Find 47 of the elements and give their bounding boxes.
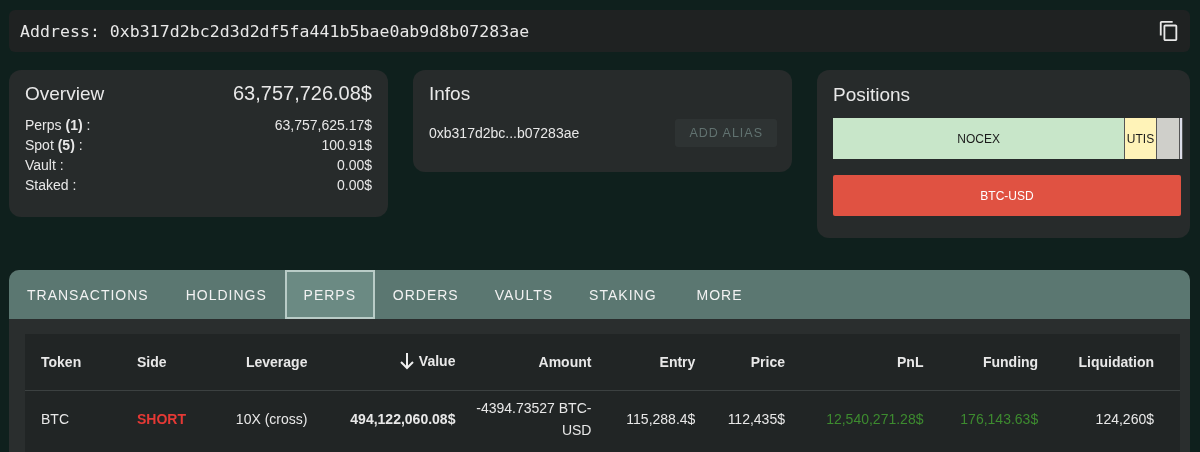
table-cell: BTC bbox=[25, 390, 129, 447]
card-title: Overview bbox=[25, 82, 105, 105]
address-text: Address: 0xb317d2bc2d3d2df5fa441b5bae0ab9d8b07283ae bbox=[20, 21, 530, 41]
total-value: 63,757,726.08$ bbox=[232, 82, 372, 105]
position-segment[interactable] bbox=[1179, 118, 1183, 159]
tab[interactable]: VAULTS bbox=[476, 270, 572, 319]
row-label: Spot (5) : bbox=[25, 136, 83, 155]
position-segment[interactable]: NOCEX bbox=[833, 118, 1126, 159]
short-address: 0xb317d2bc...b07283ae bbox=[429, 125, 580, 141]
row-value: 100.91$ bbox=[321, 136, 372, 155]
row-label: Staked : bbox=[25, 176, 77, 195]
tab[interactable]: MORE bbox=[674, 270, 765, 319]
column-header[interactable]: Liquidation bbox=[1046, 334, 1180, 391]
tab[interactable]: TRANSACTIONS bbox=[9, 270, 168, 319]
sort-down-icon bbox=[398, 351, 415, 370]
position-bar[interactable]: BTC-USD bbox=[833, 175, 1181, 216]
table-cell: 115,288.4$ bbox=[599, 390, 704, 447]
copy-icon[interactable] bbox=[1158, 19, 1180, 43]
table-cell: -4394.73527 BTC-USD bbox=[463, 390, 600, 447]
position-segment[interactable] bbox=[1156, 118, 1180, 159]
tab[interactable]: HOLDINGS bbox=[167, 270, 285, 319]
column-header[interactable]: Token bbox=[25, 334, 129, 391]
table-cell: 124,260$ bbox=[1046, 390, 1180, 447]
table-cell: 12,540,271.28$ bbox=[793, 390, 932, 447]
tab[interactable]: STAKING bbox=[571, 270, 675, 319]
row-value: 0.00$ bbox=[336, 176, 372, 195]
tab[interactable]: ORDERS bbox=[374, 270, 477, 319]
table-cell: 112,435$ bbox=[703, 390, 793, 447]
column-header[interactable]: Entry bbox=[599, 334, 704, 391]
column-header[interactable]: Funding bbox=[931, 334, 1047, 391]
card-title: Positions bbox=[833, 84, 912, 106]
row-value: 63,757,625.17$ bbox=[274, 116, 372, 135]
table-cell: 176,143.63$ bbox=[931, 390, 1047, 447]
column-header[interactable]: Value bbox=[315, 334, 464, 391]
row-label: Perps (1) : bbox=[25, 116, 91, 135]
column-header[interactable]: PnL bbox=[793, 334, 932, 391]
row-label: Vault : bbox=[25, 156, 64, 175]
side-label: SHORT bbox=[129, 390, 209, 447]
position-segment[interactable]: UTIS bbox=[1125, 118, 1157, 159]
column-header[interactable]: Price bbox=[703, 334, 793, 391]
column-header[interactable]: Amount bbox=[463, 334, 600, 391]
row-value: 0.00$ bbox=[336, 156, 372, 175]
column-header[interactable]: Side bbox=[129, 334, 209, 391]
card-title: Infos bbox=[429, 83, 472, 105]
table-cell: 10X (cross) bbox=[208, 390, 316, 447]
table-cell: 494,122,060.08$ bbox=[315, 390, 464, 447]
column-header[interactable]: Leverage bbox=[208, 334, 316, 391]
